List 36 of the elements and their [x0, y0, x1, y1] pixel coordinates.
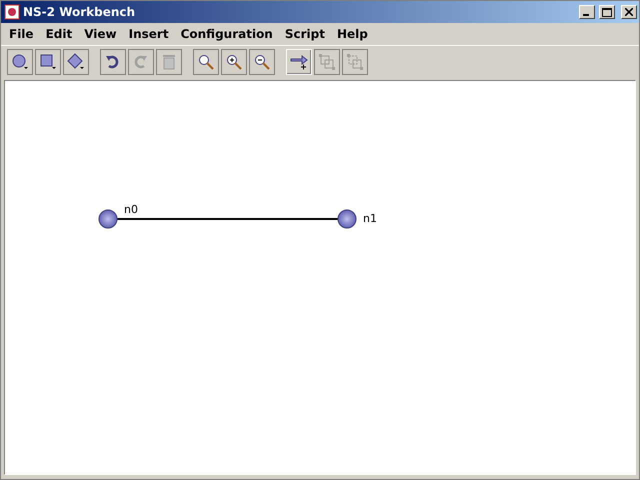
- menu-item[interactable]: Configuration: [174, 27, 279, 41]
- redo-icon: [132, 53, 150, 71]
- toolbar-button[interactable]: [249, 49, 275, 75]
- node[interactable]: [337, 209, 357, 229]
- toolbar-button[interactable]: [35, 49, 61, 75]
- minimize-button[interactable]: [579, 5, 595, 19]
- diamond-icon: [67, 53, 85, 71]
- menu-item[interactable]: Script: [278, 27, 331, 41]
- toolbar-button[interactable]: [221, 49, 247, 75]
- toolbar-button[interactable]: [63, 49, 89, 75]
- close-button[interactable]: [621, 5, 637, 19]
- toolbar-button[interactable]: [7, 49, 33, 75]
- toolbar-button[interactable]: [100, 49, 126, 75]
- menu-item[interactable]: Edit: [40, 27, 78, 41]
- app-icon: [4, 4, 20, 20]
- zoom-in-icon: [225, 53, 243, 71]
- zoom-out-icon: [253, 53, 271, 71]
- window-title: NS-2 Workbench: [23, 5, 136, 19]
- node-label: n1: [363, 212, 377, 225]
- link-add-icon: [290, 53, 308, 71]
- menu-item[interactable]: Insert: [122, 27, 175, 41]
- menu-item[interactable]: View: [78, 27, 123, 41]
- maximize-button[interactable]: [599, 5, 615, 19]
- close-icon: [625, 8, 633, 16]
- node-label: n0: [124, 203, 138, 216]
- menu-item[interactable]: Help: [330, 27, 374, 41]
- maximize-icon: [602, 8, 612, 16]
- ungroup-icon: [346, 53, 364, 71]
- menu-item[interactable]: File: [3, 27, 40, 41]
- magnifier-icon: [197, 53, 215, 71]
- square-icon: [39, 53, 57, 71]
- trash-icon: [160, 53, 178, 71]
- circle-icon: [11, 53, 29, 71]
- toolbar-button[interactable]: [193, 49, 219, 75]
- group-icon: [318, 53, 336, 71]
- node[interactable]: [98, 209, 118, 229]
